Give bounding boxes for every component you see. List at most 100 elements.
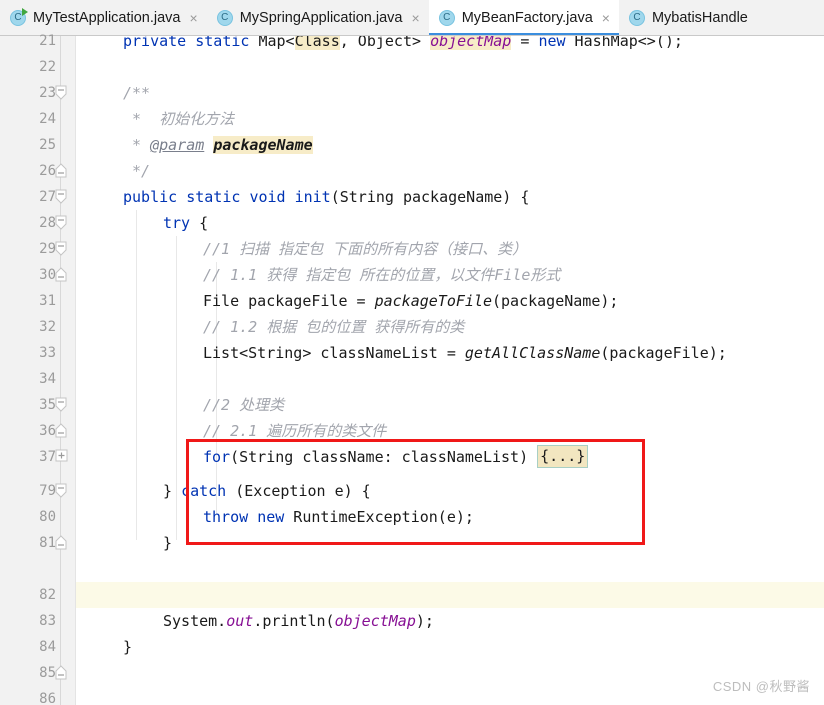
code-line-25: * @param packageName (77, 132, 824, 158)
fold-region-end-icon[interactable] (54, 530, 68, 556)
token-javadoc: * (123, 110, 160, 128)
token-method-call: .println( (253, 612, 335, 630)
fold-region-end-icon[interactable] (54, 262, 68, 288)
token-javadoc: /** (123, 84, 151, 102)
line-number: 37 (39, 449, 56, 465)
code-line-84: } (77, 634, 824, 660)
java-class-icon: C (628, 10, 645, 26)
line-number: 86 (39, 691, 56, 705)
token-keyword: catch (181, 482, 227, 500)
token-method-call: packageToFile (374, 292, 492, 310)
line-number: 80 (39, 509, 56, 525)
code-editor[interactable]: 21 22 23 24 25 26 27 28 29 30 31 32 33 3… (0, 33, 824, 705)
token-keyword: for (203, 448, 231, 466)
tab-label: MyTestApplication.java (33, 10, 181, 26)
token-qualifier: System. (163, 612, 227, 630)
watermark: CSDN @秋野酱 (712, 679, 810, 694)
java-class-icon: C (438, 10, 455, 26)
tab-label: MybatisHandle (651, 10, 748, 26)
line-number: 79 (39, 483, 56, 499)
token-static-field: out (226, 612, 254, 630)
code-line-32: // 1.2 根据 包的位置 获得所有的类 (77, 314, 824, 340)
java-class-runnable-icon: C (10, 8, 28, 26)
close-icon[interactable]: × (410, 10, 420, 26)
code-line-28: try { (77, 210, 824, 236)
token-decl: File packageFile = (203, 292, 375, 310)
token-keyword: throw (203, 508, 249, 526)
fold-region-end-icon[interactable] (54, 158, 68, 184)
line-number: 32 (39, 319, 56, 335)
class-icon-letter: C (221, 12, 229, 23)
code-line-83: System.out.println(objectMap); (77, 608, 824, 634)
fold-region-end-icon[interactable] (54, 418, 68, 444)
token-keyword: new (257, 508, 285, 526)
code-line-21: private static Map<Class, Object> object… (77, 36, 824, 54)
line-number: 29 (39, 241, 56, 257)
fold-expand-icon[interactable] (54, 444, 68, 470)
collapsed-fold-placeholder[interactable]: {...} (537, 445, 589, 468)
code-line-37: for(String className: classNameList) {..… (77, 444, 824, 470)
token-brace: } (163, 482, 182, 500)
close-icon[interactable]: × (600, 10, 610, 26)
token-decl: List<String> classNameList = (203, 344, 465, 362)
line-number: 36 (39, 423, 56, 439)
line-number: 23 (39, 85, 56, 101)
line-number: 35 (39, 397, 56, 413)
fold-collapse-icon[interactable] (54, 392, 68, 418)
token-keyword: static (186, 188, 241, 206)
token-keyword: void (249, 188, 286, 206)
token-args: (packageFile); (600, 344, 727, 362)
token-signature: (String packageName) { (330, 188, 530, 206)
line-number: 85 (39, 665, 56, 681)
token-catch-args: (Exception e) { (226, 482, 371, 500)
fold-region-end-icon[interactable] (54, 660, 68, 686)
token-close: ); (415, 612, 434, 630)
token-brace: } (163, 534, 173, 552)
fold-collapse-icon[interactable] (54, 478, 68, 504)
fold-collapse-icon[interactable] (54, 184, 68, 210)
token-rest: HashMap<>(); (565, 36, 683, 50)
token-javadoc: */ (123, 162, 151, 180)
token-brace: { (190, 214, 209, 232)
line-number: 84 (39, 639, 56, 655)
code-line-36: // 2.1 遍历所有的类文件 (77, 418, 824, 444)
tab-label: MySpringApplication.java (239, 10, 403, 26)
tab-mybatishandler[interactable]: C MybatisHandle (618, 0, 757, 35)
fold-collapse-icon[interactable] (54, 236, 68, 262)
token-javadoc-text: 初始化方法 (159, 110, 235, 128)
token-loop-header: (String className: classNameList) (230, 448, 538, 466)
token-method-name: init (294, 188, 331, 206)
token-rest: , Object> (339, 36, 431, 50)
token-comment: // 2.1 遍历所有的类文件 (203, 422, 387, 440)
code-text-area[interactable]: private static Map<Class, Object> object… (77, 36, 824, 705)
token-param-highlight: packageName (213, 136, 313, 154)
code-line-79: } catch (Exception e) { (77, 478, 824, 504)
java-class-icon: C (216, 10, 233, 26)
tab-myspringapplication[interactable]: C MySpringApplication.java × (206, 0, 429, 35)
token-field-highlight: objectMap (430, 36, 512, 50)
token-comment: // 1.2 根据 包的位置 获得所有的类 (203, 318, 465, 336)
editor-gutter[interactable]: 21 22 23 24 25 26 27 28 29 30 31 32 33 3… (0, 33, 76, 705)
code-line-24: * 初始化方法 (77, 106, 824, 132)
token-keyword: try (163, 214, 191, 232)
fold-collapse-icon[interactable] (54, 210, 68, 236)
tab-mybeanfactory[interactable]: C MyBeanFactory.java × (428, 0, 620, 35)
line-number: 82 (39, 587, 56, 603)
fold-collapse-icon[interactable] (54, 80, 68, 106)
token-keyword: private (123, 36, 187, 50)
token-javadoc: * (123, 136, 151, 154)
token-comment: //2 处理类 (203, 396, 285, 414)
token-brace: } (123, 638, 133, 656)
token-keyword: static (195, 36, 250, 50)
line-number: 83 (39, 613, 56, 629)
line-number: 81 (39, 535, 56, 551)
idea-editor-window: C MyTestApplication.java × C MySpringApp… (0, 0, 824, 705)
close-icon[interactable]: × (188, 10, 198, 26)
line-number: 22 (39, 59, 56, 75)
code-line-35: //2 处理类 (77, 392, 824, 418)
token-keyword: public (123, 188, 178, 206)
code-line-31: File packageFile = packageToFile(package… (77, 288, 824, 314)
class-icon-letter: C (443, 12, 451, 23)
line-number: 30 (39, 267, 56, 283)
fold-rail (60, 36, 61, 705)
